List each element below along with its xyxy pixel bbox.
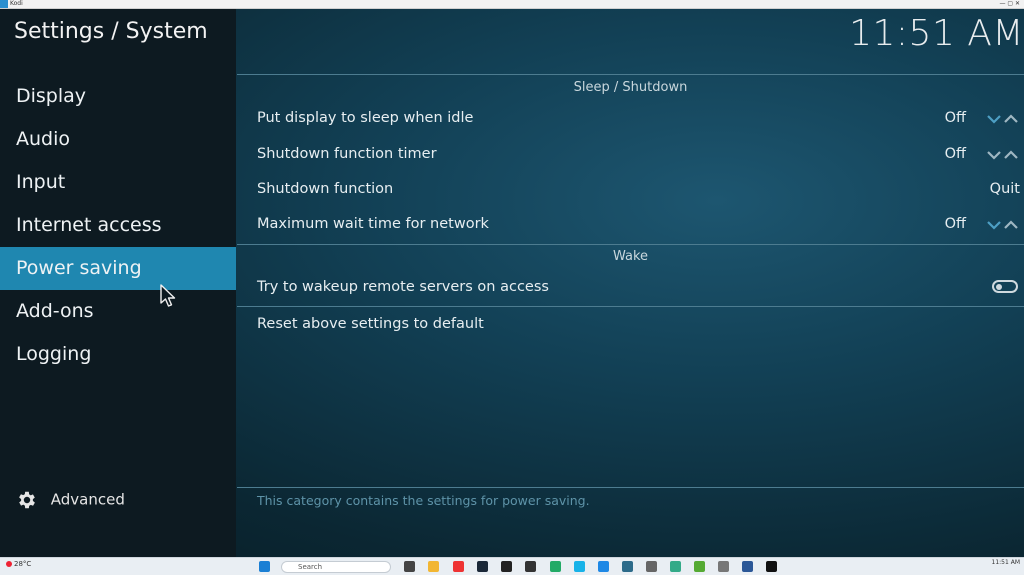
- window-title: Kodi: [10, 0, 23, 7]
- setting-label: Try to wakeup remote servers on access: [257, 279, 549, 295]
- settings-level-button[interactable]: Advanced: [16, 487, 125, 511]
- app-icon[interactable]: [694, 561, 705, 572]
- setting-row-wakeup-servers[interactable]: Try to wakeup remote servers on access: [237, 273, 1024, 303]
- window-titlebar: Kodi — ▢ ✕: [0, 0, 1024, 9]
- opera-icon[interactable]: [453, 561, 464, 572]
- sidebar-item-display[interactable]: Display: [0, 75, 236, 118]
- terminal-icon[interactable]: [525, 561, 536, 572]
- wakeup-toggle[interactable]: [992, 280, 1018, 293]
- task-view-icon[interactable]: [404, 561, 415, 572]
- section-title-wake: Wake: [612, 249, 649, 264]
- setting-row-shutdown-timer[interactable]: Shutdown function timer Off: [237, 140, 1024, 170]
- sidebar-item-add-ons[interactable]: Add-ons: [0, 290, 236, 333]
- sidebar-item-internet-access[interactable]: Internet access: [0, 204, 236, 247]
- steam-icon[interactable]: [477, 561, 488, 572]
- toggle-knob: [996, 283, 1002, 290]
- weather-alert-icon: [6, 561, 12, 567]
- divider: [237, 487, 1024, 488]
- app-icon[interactable]: [646, 561, 657, 572]
- divider: [237, 306, 1024, 307]
- spinner-arrows-icon[interactable]: [986, 112, 1020, 126]
- weather-temp: 28°C: [14, 560, 32, 568]
- app-icon[interactable]: [742, 561, 753, 572]
- edge-icon[interactable]: [598, 561, 609, 572]
- setting-label: Shutdown function timer: [257, 146, 437, 162]
- system-clock[interactable]: 11:51 AM: [992, 559, 1020, 566]
- kodi-taskbar-icon[interactable]: [574, 561, 585, 572]
- sidebar-item-logging[interactable]: Logging: [0, 333, 236, 376]
- setting-label: Shutdown function: [257, 181, 394, 197]
- reset-label: Reset above settings to default: [257, 316, 484, 332]
- file-explorer-icon[interactable]: [428, 561, 439, 572]
- app-icon[interactable]: [501, 561, 512, 572]
- category-description: This category contains the settings for …: [257, 493, 590, 508]
- taskbar: 28°C Search 11:51 AM: [0, 557, 1024, 575]
- page-title: Settings / System: [14, 19, 208, 44]
- setting-value: Off: [944, 146, 966, 162]
- setting-row-display-sleep[interactable]: Put display to sleep when idle Off: [237, 104, 1024, 134]
- settings-level-label: Advanced: [50, 490, 125, 509]
- kodi-app: Settings / System Display Audio Input In…: [0, 9, 1024, 557]
- search-placeholder: Search: [298, 563, 323, 571]
- setting-label: Maximum wait time for network: [257, 216, 489, 232]
- start-menu-icon[interactable]: [259, 561, 270, 572]
- section-title-sleep-shutdown: Sleep / Shutdown: [573, 80, 688, 95]
- kodi-app-icon: [0, 0, 8, 8]
- mouse-cursor-icon: [160, 284, 176, 307]
- taskbar-search[interactable]: Search: [281, 561, 391, 573]
- setting-value: Off: [944, 216, 966, 232]
- reset-defaults-button[interactable]: Reset above settings to default: [237, 310, 1024, 340]
- divider: [237, 74, 1024, 75]
- divider: [237, 244, 1024, 245]
- settings-panel: Sleep / Shutdown Put display to sleep wh…: [237, 9, 1024, 557]
- setting-row-network-wait[interactable]: Maximum wait time for network Off: [237, 210, 1024, 240]
- window-controls[interactable]: — ▢ ✕: [999, 0, 1020, 8]
- app-icon[interactable]: [766, 561, 777, 572]
- setting-row-shutdown-function[interactable]: Shutdown function Quit: [237, 175, 1024, 205]
- gear-icon: [19, 491, 35, 508]
- sidebar: Settings / System Display Audio Input In…: [0, 9, 236, 557]
- sidebar-item-power-saving[interactable]: Power saving: [0, 247, 236, 290]
- spinner-arrows-icon[interactable]: [986, 218, 1020, 232]
- weather-widget[interactable]: 28°C: [6, 560, 31, 568]
- app-icon[interactable]: [550, 561, 561, 572]
- setting-value: Quit: [989, 181, 1020, 197]
- sidebar-item-audio[interactable]: Audio: [0, 118, 236, 161]
- app-icon[interactable]: [670, 561, 681, 572]
- app-icon[interactable]: [622, 561, 633, 572]
- setting-label: Put display to sleep when idle: [257, 110, 474, 126]
- app-icon[interactable]: [718, 561, 729, 572]
- sidebar-item-input[interactable]: Input: [0, 161, 236, 204]
- spinner-arrows-icon[interactable]: [986, 148, 1020, 162]
- setting-value: Off: [944, 110, 966, 126]
